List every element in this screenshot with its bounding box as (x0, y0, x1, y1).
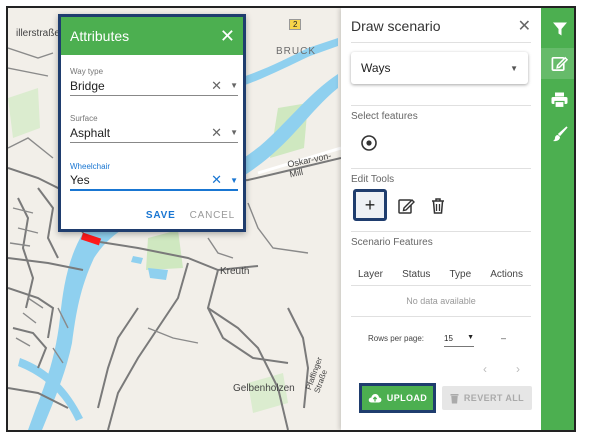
close-icon[interactable]: ✕ (518, 16, 531, 36)
divider (351, 105, 531, 106)
plus-icon: + (364, 194, 376, 215)
cloud-upload-icon (368, 393, 382, 403)
prev-page-icon[interactable]: ‹ (483, 362, 487, 376)
column-header[interactable]: Status (402, 269, 430, 280)
style-button[interactable] (541, 118, 574, 149)
field-label: Wheelchair (70, 162, 111, 171)
field-value: Asphalt (70, 125, 111, 140)
column-header[interactable]: Layer (358, 269, 383, 280)
divider (351, 168, 531, 169)
place-label: Gelbenholzen (233, 383, 295, 394)
table-header: Layer Status Type Actions (351, 269, 531, 280)
filter-button[interactable] (541, 13, 574, 44)
select-feature-button[interactable] (354, 128, 384, 158)
right-toolbar (541, 8, 574, 430)
revert-all-button[interactable]: REVERT ALL (442, 386, 532, 410)
clear-icon[interactable]: ✕ (211, 125, 222, 141)
column-header[interactable]: Type (449, 269, 471, 280)
chevron-down-icon[interactable]: ▼ (230, 81, 238, 90)
next-page-icon[interactable]: › (516, 362, 520, 376)
upload-label: UPLOAD (386, 393, 428, 403)
app-frame: illerstraße BRUCK 2 Oskar-von-Mill Kreut… (6, 6, 576, 432)
chevron-down-icon: ▼ (467, 334, 474, 341)
divider (351, 316, 531, 317)
place-label: Kreuth (220, 266, 250, 277)
attributes-dialog: Attributes ✕ Way type Bridge ✕ ▼ Surface … (58, 14, 246, 232)
field-label: Way type (70, 67, 104, 76)
edit-tools-label: Edit Tools (351, 174, 395, 185)
page-range: – (501, 333, 507, 343)
surface-field[interactable]: Surface Asphalt ✕ ▼ (70, 114, 238, 143)
street-label: illerstraße (16, 28, 60, 39)
save-button[interactable]: SAVE (146, 210, 176, 221)
mode-select[interactable]: Ways ▼ (351, 52, 528, 84)
road-shield: 2 (289, 19, 302, 30)
print-button[interactable] (541, 84, 574, 115)
brush-icon (552, 125, 568, 141)
field-label: Surface (70, 114, 98, 123)
district-label: BRUCK (276, 46, 317, 57)
add-feature-button[interactable]: + (353, 189, 387, 221)
clear-icon[interactable]: ✕ (211, 78, 222, 94)
upload-button[interactable]: UPLOAD (359, 383, 436, 413)
filter-icon (552, 22, 567, 35)
delete-feature-button[interactable] (423, 191, 453, 221)
chevron-down-icon[interactable]: ▼ (230, 128, 238, 137)
scenario-features-label: Scenario Features (351, 237, 433, 248)
rows-per-page-select[interactable]: 15 ▼ (444, 334, 474, 347)
target-icon (361, 135, 377, 151)
trash-icon (450, 393, 459, 403)
draw-scenario-panel: Draw scenario ✕ Ways ▼ Select features E… (341, 8, 541, 430)
wheelchair-field[interactable]: Wheelchair Yes ✕ ▼ (70, 162, 238, 191)
divider (351, 42, 531, 43)
mode-select-value: Ways (361, 61, 391, 75)
rows-per-page-label: Rows per page: (368, 334, 425, 343)
divider (351, 231, 531, 232)
divider (351, 285, 531, 286)
trash-icon (432, 198, 444, 214)
edit-icon (551, 56, 568, 71)
modify-feature-button[interactable] (391, 191, 421, 221)
edit-button[interactable] (541, 48, 574, 79)
dialog-header: Attributes ✕ (61, 17, 243, 55)
chevron-down-icon[interactable]: ▼ (230, 176, 238, 185)
way-type-field[interactable]: Way type Bridge ✕ ▼ (70, 67, 238, 96)
print-icon (551, 92, 568, 108)
clear-icon[interactable]: ✕ (211, 172, 222, 188)
no-data-text: No data available (406, 296, 476, 306)
select-features-label: Select features (351, 111, 418, 122)
rows-per-page-value: 15 (444, 334, 453, 343)
panel-title: Draw scenario (351, 18, 441, 34)
dialog-title: Attributes (70, 28, 130, 44)
cancel-button[interactable]: CANCEL (190, 210, 235, 221)
column-header[interactable]: Actions (490, 269, 523, 280)
revert-all-label: REVERT ALL (463, 393, 525, 403)
field-value: Yes (70, 173, 90, 187)
close-icon[interactable]: ✕ (220, 27, 235, 45)
edit-icon (398, 199, 415, 214)
chevron-down-icon: ▼ (510, 63, 518, 73)
field-value: Bridge (70, 78, 105, 93)
